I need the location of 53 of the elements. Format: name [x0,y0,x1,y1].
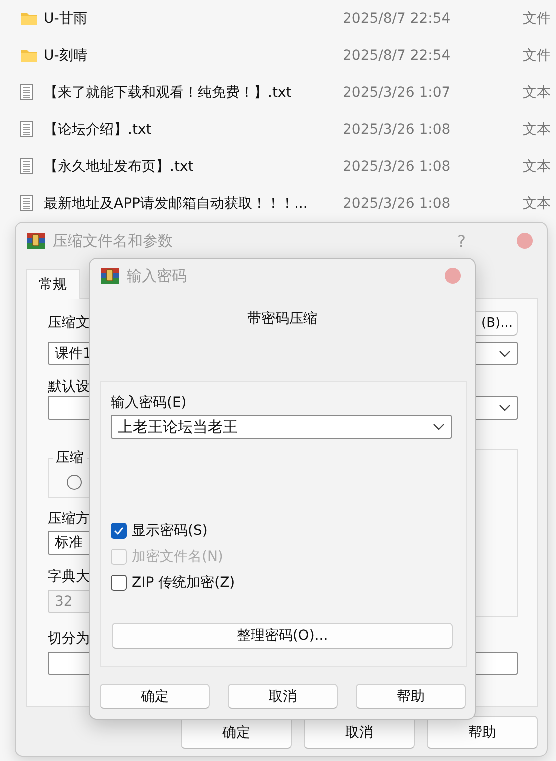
file-date: 2025/3/26 1:08 [343,158,452,174]
checkbox-option[interactable]: 显示密码(S) [111,518,452,544]
window-title: 压缩文件名和参数 [53,232,174,250]
password-field[interactable]: 上老王论坛当老王 [111,415,452,439]
organize-button[interactable]: 整理密码(O)... [112,623,453,649]
folder-icon [20,11,38,26]
checkbox-option[interactable]: ZIP 传统加密(Z) [111,570,452,596]
file-date: 2025/3/26 1:08 [343,122,452,138]
document-icon [20,158,34,175]
field-label: 切分为 [48,630,90,648]
dialog-button[interactable]: 确定 [100,684,210,709]
field-label: 压缩文 [48,314,90,332]
file-date: 2025/3/26 1:08 [343,196,452,212]
radio-button[interactable] [67,475,82,490]
field-label: 默认设 [48,378,90,396]
group-label: 压缩 [55,449,85,467]
file-name[interactable]: U-刻晴 [44,46,343,64]
file-name[interactable]: 【论坛介绍】.txt [44,120,343,138]
file-name[interactable]: U-甘雨 [44,10,343,28]
dialog-button[interactable]: 帮助 [427,716,538,749]
file-type: 文本 [523,84,551,102]
file-type: 文件 [523,46,551,64]
file-name[interactable]: 【来了就能下载和观看！纯免费！】.txt [44,84,343,102]
document-icon [20,121,34,138]
chevron-icon [433,423,445,431]
file-date: 2025/8/7 22:54 [343,10,452,26]
file-type: 文件 [523,10,551,28]
chevron-icon [499,350,511,358]
file-name[interactable]: 最新地址及APP请发邮箱自动获取！！！... [44,194,343,212]
file-type: 文本 [523,158,551,176]
file-name[interactable]: 【永久地址发布页】.txt [44,158,343,176]
chevron-icon [499,404,511,412]
archive-app-icon [26,232,46,250]
tab[interactable]: 常规 [26,269,80,299]
dialog-button[interactable]: 取消 [228,684,338,709]
field-label: 压缩方 [48,510,90,528]
checkbox[interactable] [111,523,127,539]
checkbox[interactable] [111,575,127,591]
dialog-button[interactable]: 帮助 [356,684,466,709]
file-date: 2025/3/26 1:07 [343,84,452,100]
checkbox-option: 加密文件名(N) [111,544,452,570]
field-label: 输入密码(E) [111,394,187,412]
folder-icon [20,48,38,63]
checkmark-icon [114,527,124,535]
archive-app-icon [100,267,120,285]
file-date: 2025/8/7 22:54 [343,48,452,64]
document-icon [20,84,34,101]
field-label: 字典大 [48,568,90,586]
dialog-heading: 带密码压缩 [246,310,318,328]
file-type: 文本 [523,120,551,138]
document-icon [20,195,34,212]
file-type: 文本 [523,194,551,212]
window-title: 输入密码 [127,266,188,286]
